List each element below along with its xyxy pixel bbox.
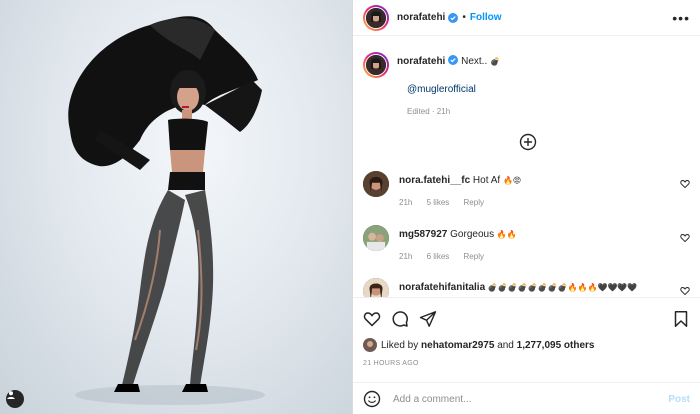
action-icons (363, 310, 437, 328)
comment-likes[interactable]: 6 likes (427, 252, 450, 261)
commenter-avatar[interactable] (363, 171, 389, 197)
bomb-emoji: 💣 (490, 57, 500, 66)
post-side-panel: norafatehi • Follow ••• norafatehi Next.… (353, 0, 700, 414)
comment-emojis: 🔥🔥 (496, 230, 517, 239)
smiley-icon[interactable] (363, 390, 381, 408)
follow-button[interactable]: Follow (470, 12, 502, 23)
post-actions-section: Liked by nehatomar2975 and 1,277,095 oth… (353, 297, 700, 414)
plus-circle-icon[interactable] (519, 133, 537, 151)
more-options-button[interactable]: ••• (672, 10, 690, 26)
post-header: norafatehi • Follow ••• (353, 0, 700, 36)
separator-dot: • (462, 12, 466, 23)
comment-body: norafatehifanitalia 💣💣💣💣💣💣💣💣🔥🔥🔥🖤🖤🖤🖤 (399, 282, 660, 294)
comment-emojis: 💣💣💣💣💣💣💣💣🔥🔥🔥🖤🖤🖤🖤 (487, 283, 638, 292)
comment-username[interactable]: nora.fatehi__fc (399, 175, 470, 186)
caption-text: norafatehi Next.. 💣 (397, 52, 500, 78)
comment-body: mg587927 Gorgeous 🔥🔥 (399, 229, 660, 241)
edited-timestamp: Edited · 21h (407, 107, 451, 116)
comment-likes[interactable]: 5 likes (427, 198, 450, 207)
reply-button[interactable]: Reply (464, 198, 484, 207)
add-comment-bar: Post (353, 382, 700, 414)
liker-avatar[interactable] (363, 338, 377, 352)
comment-time: 21h (399, 252, 413, 261)
liked-by-prefix: Liked by (381, 339, 419, 351)
comment-text: Gorgeous (450, 229, 495, 240)
comment-item: nora.fatehi__fc Hot Af 🔥😡 21h 5 likes Re… (363, 171, 690, 215)
bookmark-icon[interactable] (672, 310, 690, 328)
heart-icon[interactable] (363, 310, 381, 328)
author-username[interactable]: norafatehi (397, 12, 445, 23)
author-avatar[interactable] (363, 4, 389, 31)
paper-plane-icon[interactable] (419, 310, 437, 328)
caption: norafatehi Next.. 💣 @muglerofficial Edit… (363, 52, 690, 116)
caption-username[interactable]: norafatehi (397, 56, 445, 67)
verified-badge-icon (448, 12, 459, 23)
comment-text: Hot Af (472, 175, 501, 186)
caption-author-avatar[interactable] (363, 52, 389, 78)
post-timestamp[interactable]: 21 HOURS AGO (363, 360, 419, 367)
comment-meta: 21h 6 likes Reply (399, 252, 496, 261)
liked-by-user[interactable]: nehatomar2975 (421, 340, 494, 351)
comment-heart-icon[interactable] (680, 286, 690, 296)
likes-count[interactable]: 1,277,095 others (517, 340, 595, 351)
liked-by-and: and (497, 339, 514, 351)
comment-item: mg587927 Gorgeous 🔥🔥 21h 6 likes Reply (363, 225, 690, 269)
comment-bubble-icon[interactable] (391, 310, 409, 328)
model-illustration (68, 16, 265, 405)
comment-heart-icon[interactable] (680, 179, 690, 189)
tagged-user-icon[interactable] (6, 390, 24, 408)
post-comment-button[interactable]: Post (668, 394, 690, 405)
likes-summary: Liked by nehatomar2975 and 1,277,095 oth… (363, 338, 594, 352)
caption-body: Next.. (461, 56, 488, 67)
comment-heart-icon[interactable] (680, 233, 690, 243)
comment-username[interactable]: mg587927 (399, 229, 447, 240)
commenter-avatar[interactable] (363, 225, 389, 251)
comment-time: 21h (399, 198, 413, 207)
comment-emojis: 🔥😡 (502, 176, 522, 185)
comment-input[interactable] (393, 393, 669, 405)
comment-username[interactable]: norafatehifanitalia (399, 282, 485, 293)
comment-body: nora.fatehi__fc Hot Af 🔥😡 (399, 175, 660, 187)
verified-badge-icon (448, 55, 459, 65)
comment-meta: 21h 5 likes Reply (399, 198, 496, 207)
post-photo[interactable] (0, 0, 352, 414)
mention-link[interactable]: @muglerofficial (407, 84, 476, 95)
reply-button[interactable]: Reply (464, 252, 484, 261)
